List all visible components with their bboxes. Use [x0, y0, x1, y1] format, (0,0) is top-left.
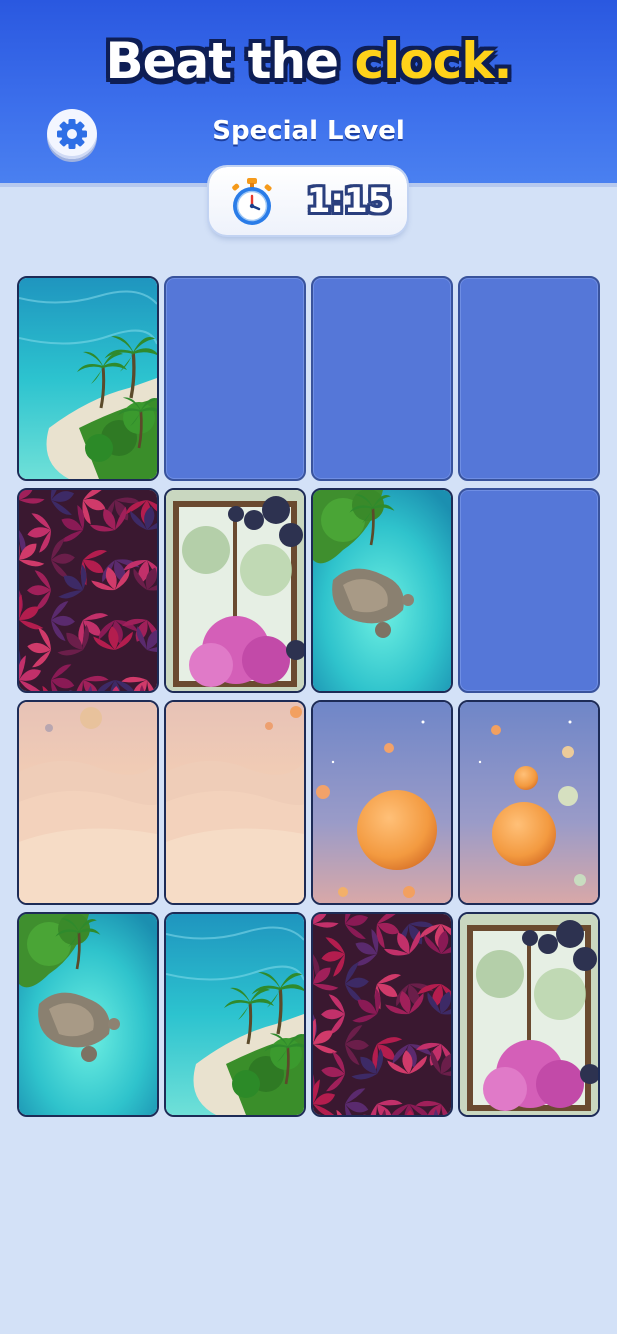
- orange-planets-image: [460, 702, 598, 903]
- pastel-desert-image: [19, 702, 157, 903]
- card-face-up[interactable]: [458, 700, 600, 905]
- rocky-lagoon-image: [313, 490, 451, 691]
- window-garden-image: [166, 490, 304, 691]
- window-garden-image: [460, 914, 598, 1115]
- card-face-down[interactable]: [458, 488, 600, 693]
- card-face-down[interactable]: [458, 276, 600, 481]
- tropical-island-image: [19, 278, 157, 479]
- level-title: Special Level: [212, 116, 405, 146]
- orange-planets-image: [313, 702, 451, 903]
- card-face-up[interactable]: [17, 912, 159, 1117]
- card-grid: [16, 275, 601, 1120]
- red-vine-leaves-image: [313, 914, 451, 1115]
- header-bar: Beat the clock. Special Level: [0, 0, 617, 183]
- card-face-up[interactable]: [17, 700, 159, 905]
- rocky-lagoon-image: [19, 914, 157, 1115]
- card-face-down[interactable]: [311, 276, 453, 481]
- timer-value: 1:15: [306, 181, 392, 221]
- headline-highlight: clock.: [354, 32, 512, 90]
- card-face-down[interactable]: [164, 276, 306, 481]
- stopwatch-icon: [232, 178, 272, 225]
- card-face-up[interactable]: [311, 488, 453, 693]
- pastel-desert-image: [166, 702, 304, 903]
- card-face-up[interactable]: [17, 488, 159, 693]
- tropical-island-image: [166, 914, 304, 1115]
- timer-panel: 1:15: [209, 167, 407, 235]
- card-face-up[interactable]: [311, 700, 453, 905]
- card-face-up[interactable]: [164, 912, 306, 1117]
- card-face-up[interactable]: [311, 912, 453, 1117]
- red-vine-leaves-image: [19, 490, 157, 691]
- card-face-up[interactable]: [458, 912, 600, 1117]
- card-face-up[interactable]: [164, 488, 306, 693]
- card-face-up[interactable]: [17, 276, 159, 481]
- headline-text: Beat the: [105, 32, 339, 90]
- headline: Beat the clock.: [0, 26, 617, 96]
- card-face-up[interactable]: [164, 700, 306, 905]
